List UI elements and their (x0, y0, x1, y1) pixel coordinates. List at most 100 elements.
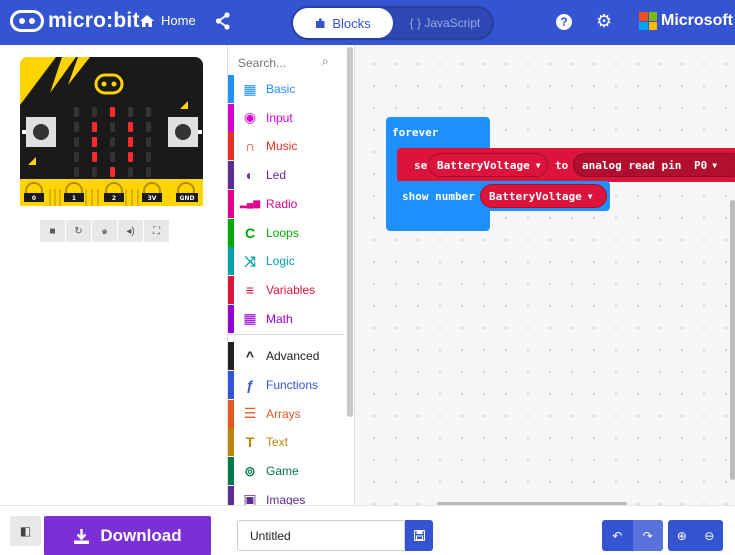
show-number-block[interactable]: show number BatteryVoltage ▼ (397, 181, 610, 211)
category-label: Text (266, 435, 289, 450)
category-color-bar (228, 75, 234, 103)
puzzle-icon (316, 17, 325, 28)
redo-button[interactable]: ↷ (632, 520, 663, 551)
stop-button[interactable]: ■ (40, 220, 65, 242)
undo-icon: ↶ (612, 528, 623, 543)
pin-value: P0 (694, 158, 708, 172)
microbit-logo[interactable]: micro:bit (10, 9, 140, 33)
toolbox-category-basic[interactable]: ▦ Basic (228, 75, 344, 103)
forever-label: forever (392, 126, 439, 139)
grid-icon: ▦ (243, 80, 257, 97)
category-label: Functions (266, 378, 319, 392)
slowmo-button[interactable]: ๑ (92, 220, 117, 242)
toolbox-category-input[interactable]: ◉ Input (228, 103, 344, 132)
workspace-vertical-scrollbar[interactable] (730, 200, 735, 480)
toolbox-category-radio[interactable]: ▂▄▆ Radio (228, 189, 344, 218)
microbit-board[interactable]: 0 1 2 3V GND (20, 57, 203, 206)
toolbox-category-text[interactable]: T Text (228, 428, 344, 457)
caret-down-icon: ▼ (587, 191, 593, 201)
category-label: Game (266, 464, 299, 479)
toolbox-category-game[interactable]: ⊚ Game (228, 457, 344, 486)
tab-blocks[interactable]: Blocks (293, 8, 393, 38)
category-label: Images (266, 492, 306, 505)
toolbox-category-variables[interactable]: ≡ Variables (228, 275, 344, 304)
variable-reporter[interactable]: BatteryVoltage ▼ (480, 184, 607, 208)
microsoft-label: Microsoft (661, 12, 733, 29)
gear-icon[interactable]: ⚙ (596, 11, 612, 32)
toolbox-category-math[interactable]: ▦ Math (228, 304, 344, 333)
download-label: Download (100, 526, 182, 545)
undo-button[interactable]: ↶ (602, 520, 633, 551)
led (110, 167, 115, 177)
toolbox-category-images[interactable]: ▣ Images (228, 485, 344, 505)
restart-button[interactable]: ↻ (66, 220, 91, 242)
toggle-icon: ◐ (245, 167, 255, 184)
led (110, 107, 115, 117)
led (146, 122, 151, 132)
toolbox-category-arrays[interactable]: ☰ Arrays (228, 399, 344, 428)
project-name-input[interactable] (237, 520, 405, 551)
microbit-face-icon (10, 10, 44, 32)
zoom-in-icon: ⊕ (676, 528, 687, 543)
led (92, 167, 97, 177)
logo-text: micro:bit (48, 9, 140, 32)
category-label: Logic (266, 254, 295, 269)
simulator-panel: 0 1 2 3V GND ■ ↻ ๑ ◂) ⛶ (0, 45, 227, 505)
toolbox-category-advanced[interactable]: ^ Advanced (228, 342, 344, 371)
home-label: Home (161, 13, 196, 28)
save-icon (413, 530, 425, 541)
led (92, 137, 97, 147)
tab-javascript[interactable]: { } JavaScript (397, 8, 493, 38)
category-color-bar (228, 247, 234, 276)
analog-read-label: analog read pin (582, 158, 682, 172)
caret-down-icon: ▼ (712, 160, 718, 170)
zoom-out-button[interactable]: ⊖ (696, 520, 724, 551)
download-icon (74, 528, 90, 544)
show-number-label: show number (402, 190, 475, 203)
share-icon[interactable] (215, 12, 231, 35)
toolbox-category-logic[interactable]: ⤨ Logic (228, 247, 344, 276)
pin-dropdown[interactable]: P0 ▼ (687, 155, 725, 175)
zoom-in-button[interactable]: ⊕ (668, 520, 696, 551)
editor-toggle: Blocks { } JavaScript (291, 6, 494, 40)
download-button[interactable]: Download (44, 516, 211, 555)
home-icon (140, 14, 154, 27)
microsoft-brand[interactable]: Microsoft (639, 12, 733, 30)
toolbox-category-led[interactable]: ◐ Led (228, 161, 344, 190)
list-icon: ☰ (243, 405, 257, 422)
variable-dropdown[interactable]: BatteryVoltage ▼ (428, 153, 548, 177)
calculator-icon: ▦ (243, 310, 257, 327)
toolbox: ⌕ ▦ Basic ◉ Input ∩ Music ◐ Led ▂▄▆ Radio C Loops ⤨ L… (227, 45, 355, 505)
set-variable-block[interactable]: set BatteryVoltage ▼ to analog read pin … (397, 148, 735, 182)
toolbox-category-loops[interactable]: C Loops (228, 218, 344, 247)
collapse-simulator-button[interactable]: ◧ (10, 516, 41, 546)
category-color-bar (228, 399, 234, 428)
search-icon[interactable]: ⌕ (322, 54, 329, 69)
save-button[interactable] (405, 520, 433, 551)
blocks-workspace[interactable]: forever set BatteryVoltage ▼ to analog r… (355, 45, 735, 505)
zoom-group: ⊕ ⊖ (668, 520, 723, 551)
category-label: Advanced (266, 349, 320, 364)
toolbox-scrollbar[interactable] (347, 47, 353, 417)
led (74, 107, 79, 117)
category-label: Math (266, 311, 293, 326)
home-button[interactable]: Home (139, 13, 196, 28)
signal-bars-icon: ▂▄▆ (239, 198, 261, 209)
category-color-bar (228, 189, 234, 218)
tab-blocks-label: Blocks (332, 15, 371, 31)
toolbox-category-music[interactable]: ∩ Music (228, 132, 344, 161)
bottom-bar: ◧ Download ↶ ↷ ⊕ ⊖ (0, 505, 735, 555)
category-color-bar (228, 304, 234, 333)
category-label: Led (266, 168, 287, 183)
speaker-icon: ◂) (126, 225, 135, 237)
toolbox-category-functions[interactable]: ƒ Functions (228, 371, 344, 399)
restart-icon: ↻ (74, 225, 83, 237)
headphones-icon: ∩ (244, 138, 256, 155)
category-label: Input (266, 110, 293, 125)
help-icon[interactable]: ? (556, 14, 572, 30)
led (92, 122, 97, 132)
fullscreen-button[interactable]: ⛶ (144, 220, 169, 242)
undo-redo-group: ↶ ↷ (602, 520, 663, 551)
mute-button[interactable]: ◂) (118, 220, 143, 242)
led (74, 137, 79, 147)
